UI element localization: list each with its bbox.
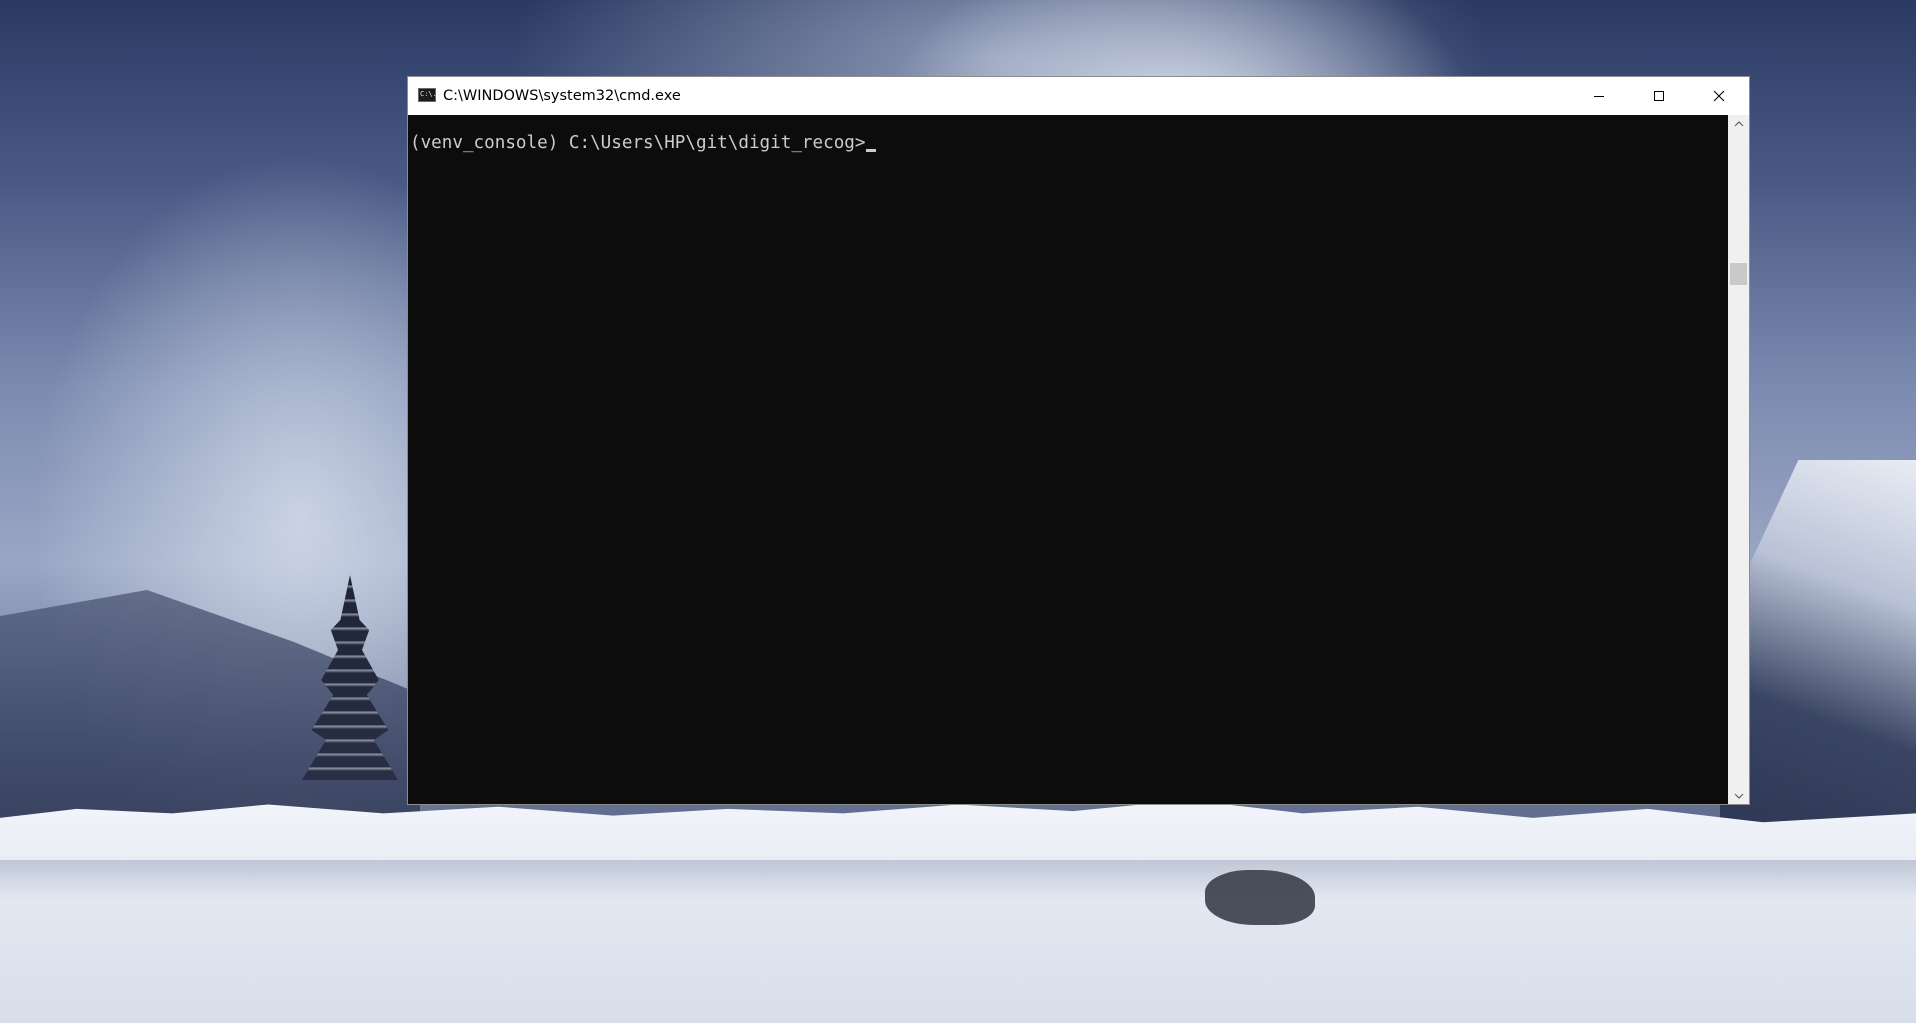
minimize-icon (1594, 96, 1604, 97)
maximize-icon (1654, 91, 1664, 101)
close-icon (1713, 90, 1725, 102)
minimize-button[interactable] (1569, 77, 1629, 115)
scroll-down-button[interactable] (1728, 787, 1749, 804)
window-title: C:\WINDOWS\system32\cmd.exe (443, 88, 681, 104)
cmd-window[interactable]: C:\. C:\WINDOWS\system32\cmd.exe (venv_c… (407, 76, 1750, 805)
console-prompt: (venv_console) C:\Users\HP\git\digit_rec… (410, 133, 866, 153)
wallpaper-rocks (1205, 870, 1315, 925)
scroll-thumb[interactable] (1730, 263, 1747, 285)
close-button[interactable] (1689, 77, 1749, 115)
wallpaper-snowfield (0, 800, 1916, 1023)
scroll-down-arrow-icon (1734, 793, 1743, 799)
console-prompt-line: (venv_console) C:\Users\HP\git\digit_rec… (410, 131, 877, 155)
maximize-button[interactable] (1629, 77, 1689, 115)
title-bar[interactable]: C:\. C:\WINDOWS\system32\cmd.exe (408, 77, 1749, 115)
scroll-up-button[interactable] (1728, 115, 1749, 132)
console-area[interactable]: (venv_console) C:\Users\HP\git\digit_rec… (408, 115, 1728, 804)
scroll-up-arrow-icon (1734, 120, 1743, 126)
vertical-scrollbar[interactable] (1728, 115, 1749, 804)
cmd-app-icon[interactable]: C:\. (418, 88, 437, 102)
wallpaper-snow-shadow (0, 860, 1916, 900)
cmd-app-icon-glyph: C:\. (420, 90, 437, 98)
text-cursor (866, 149, 877, 152)
